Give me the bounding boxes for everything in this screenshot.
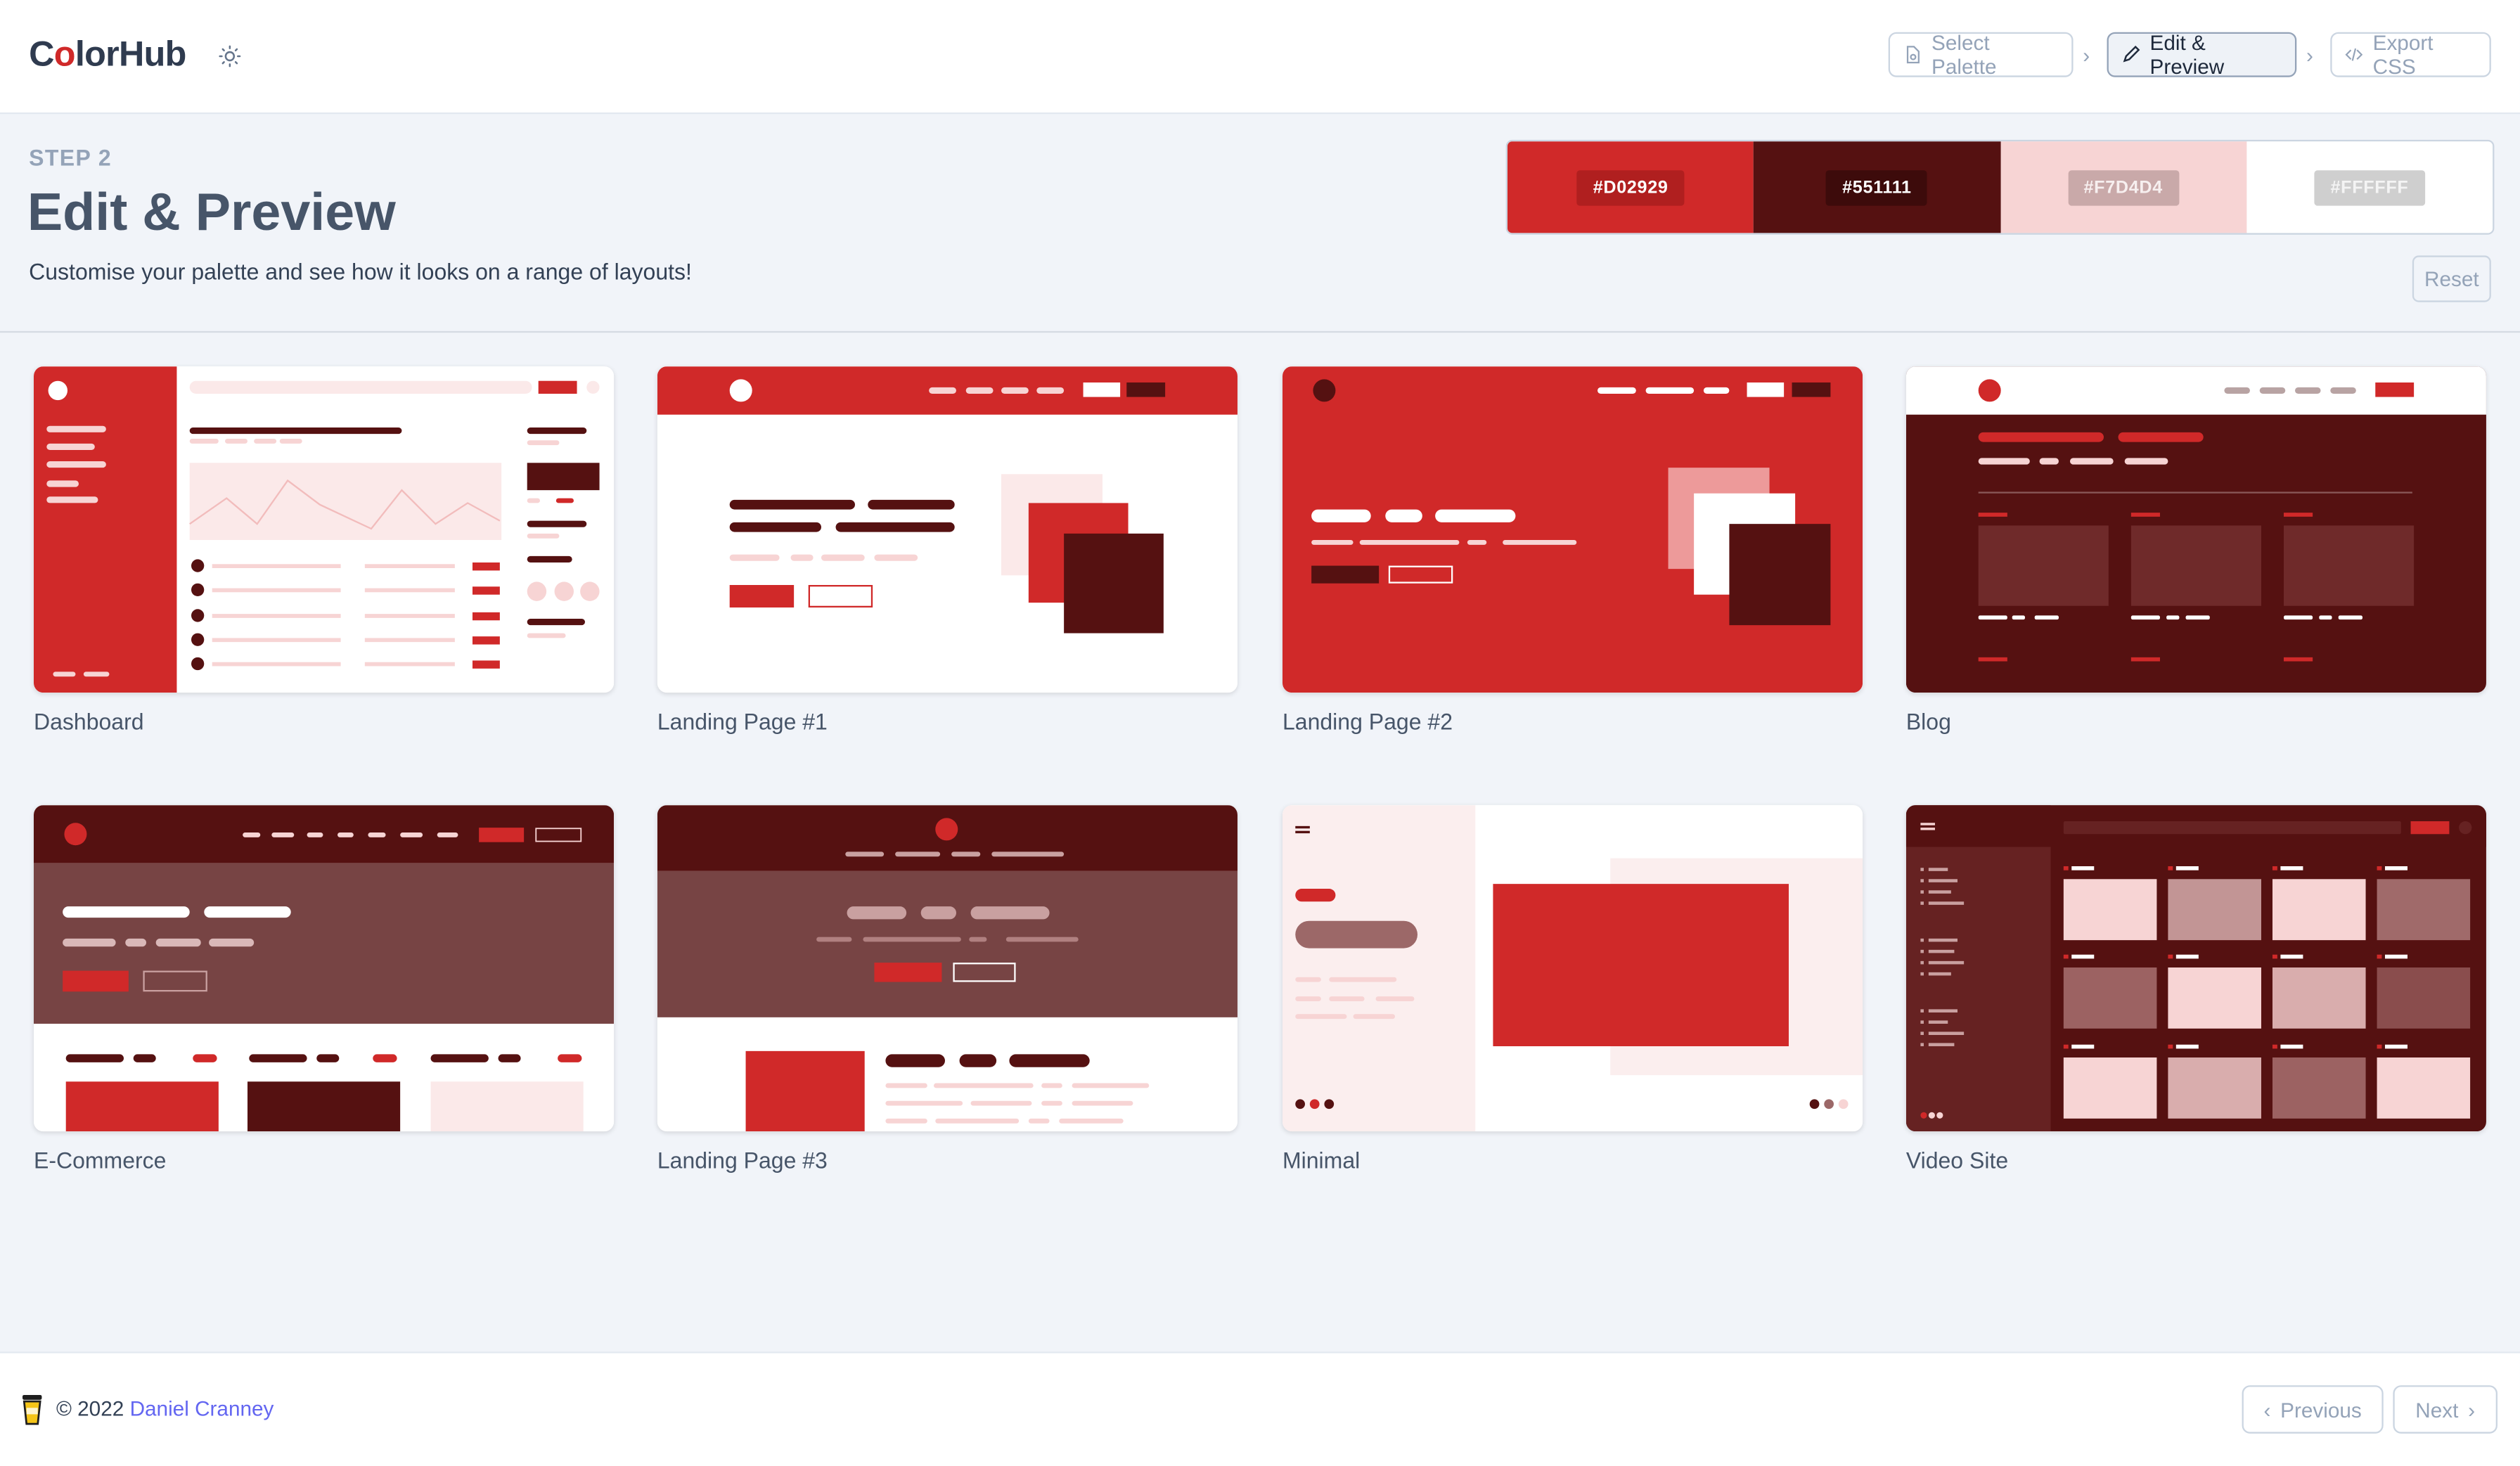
- palette-doc-icon: [1906, 46, 1920, 64]
- step-export-css-label: Export CSS: [2372, 30, 2434, 79]
- blog-preview: [1905, 366, 2486, 693]
- page-subtitle: Customise your palette and see how it lo…: [29, 258, 692, 285]
- template-label[interactable]: Minimal: [1282, 1147, 1360, 1174]
- template-card-minimal[interactable]: [1282, 805, 1863, 1132]
- reset-button[interactable]: Reset: [2412, 255, 2491, 302]
- swatch-hex-label[interactable]: #F7D4D4: [2067, 169, 2179, 205]
- copyright-text: © 2022: [56, 1396, 124, 1421]
- chevron-left-icon: ‹: [2263, 1397, 2271, 1422]
- logo-text-start: C: [29, 33, 54, 75]
- theme-toggle-sun-icon[interactable]: [219, 45, 241, 67]
- app-root: ColorHub Select Palette › Edit & Preview…: [0, 0, 2520, 1466]
- swatch-white[interactable]: #FFFFFF: [2246, 141, 2493, 233]
- step-export-css-button[interactable]: Export CSS: [2330, 30, 2491, 79]
- footer: © 2022 Daniel Cranney ‹ Previous Next ›: [0, 1351, 2520, 1466]
- template-card-blog[interactable]: [1905, 366, 2486, 693]
- previous-label: Previous: [2280, 1397, 2362, 1422]
- step-edit-preview-label: Edit & Preview: [2149, 30, 2225, 79]
- template-label[interactable]: Video Site: [1906, 1147, 2008, 1174]
- template-card-e-commerce[interactable]: [33, 805, 615, 1132]
- previous-button[interactable]: ‹ Previous: [2242, 1385, 2384, 1434]
- chevron-right-icon: ›: [2083, 43, 2090, 67]
- video-site-preview: [1905, 805, 2486, 1132]
- chevron-right-icon: ›: [2306, 43, 2313, 67]
- swatch-primary[interactable]: #D02929: [1507, 141, 1754, 233]
- template-label[interactable]: Landing Page #2: [1282, 709, 1453, 735]
- next-label: Next: [2415, 1397, 2459, 1422]
- section-divider: [0, 330, 2520, 333]
- logo[interactable]: ColorHub: [29, 34, 186, 75]
- landing-page-1-preview: [657, 366, 1238, 693]
- author-link[interactable]: Daniel Cranney: [130, 1396, 274, 1420]
- swatch-dark[interactable]: #551111: [1754, 141, 2000, 233]
- dashboard-preview: [33, 366, 615, 693]
- logo-text-end: lorHub: [75, 33, 187, 75]
- swatch-hex-label[interactable]: #FFFFFF: [2314, 169, 2425, 205]
- copyright: © 2022 Daniel Cranney: [56, 1396, 274, 1420]
- template-label[interactable]: Landing Page #1: [657, 709, 828, 735]
- coffee-cup-icon[interactable]: [19, 1394, 45, 1426]
- page-title: Edit & Preview: [27, 181, 396, 241]
- step-select-palette-label: Select Palette: [1931, 30, 1997, 79]
- landing-page-2-preview: [1282, 366, 1863, 693]
- template-card-video-site[interactable]: [1905, 805, 2486, 1132]
- swatch-hex-label[interactable]: #551111: [1826, 169, 1928, 205]
- chevron-right-icon: ›: [2468, 1397, 2476, 1422]
- template-label[interactable]: E-Commerce: [34, 1147, 166, 1174]
- template-card-landing-page-2[interactable]: [1282, 366, 1863, 693]
- swatch-hex-label[interactable]: #D02929: [1576, 169, 1685, 205]
- template-card-landing-page-1[interactable]: [657, 366, 1238, 693]
- next-button[interactable]: Next ›: [2393, 1385, 2498, 1434]
- palette-swatches: #D02929 #551111 #F7D4D4 #FFFFFF: [1505, 139, 2495, 235]
- logo-accent-letter: o: [53, 33, 76, 75]
- minimal-preview: [1282, 805, 1863, 1132]
- template-label[interactable]: Blog: [1906, 709, 1951, 735]
- step-indicator: STEP 2: [29, 144, 112, 171]
- template-card-dashboard[interactable]: [33, 366, 615, 693]
- step-select-palette-button[interactable]: Select Palette: [1888, 30, 2074, 79]
- template-card-landing-page-3[interactable]: [657, 805, 1238, 1132]
- template-label[interactable]: Dashboard: [34, 709, 144, 735]
- e-commerce-preview: [33, 805, 615, 1132]
- top-header: ColorHub Select Palette › Edit & Preview…: [0, 0, 2520, 115]
- code-icon: [2345, 48, 2363, 61]
- pencil-icon: [2123, 45, 2140, 63]
- template-label[interactable]: Landing Page #3: [657, 1147, 828, 1174]
- step-edit-preview-button[interactable]: Edit & Preview: [2107, 30, 2297, 79]
- landing-page-3-preview: [657, 805, 1238, 1132]
- swatch-light[interactable]: #F7D4D4: [2000, 141, 2246, 233]
